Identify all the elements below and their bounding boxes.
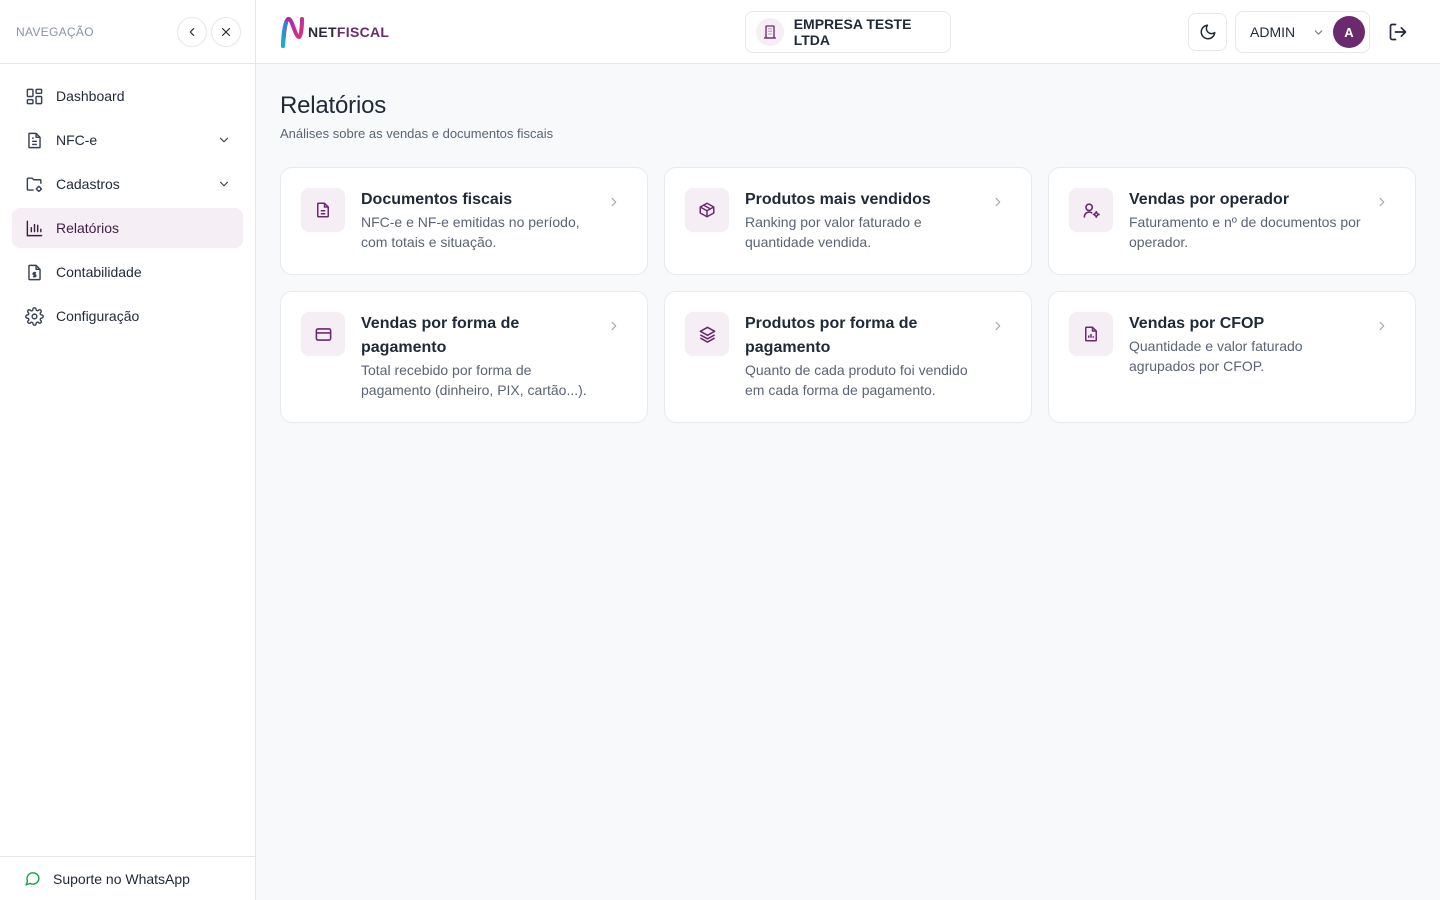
sidebar-item-cadastros[interactable]: Cadastros [12, 164, 243, 204]
user-menu-button[interactable]: ADMIN A [1235, 11, 1370, 53]
box-icon [685, 188, 729, 232]
card-title: Vendas por forma de pagamento [361, 315, 520, 356]
card-description: Quanto de cada produto foi vendido em ca… [745, 362, 968, 398]
netfiscal-logo-mark [281, 17, 304, 48]
sidebar-item-label: Contabilidade [56, 264, 142, 280]
report-card-vendas-por-operador[interactable]: Vendas por operador Faturamento e nº de … [1048, 167, 1416, 275]
card-description: Ranking por valor faturado e quantidade … [745, 214, 922, 250]
topbar: NETFISCAL EMPRESA TESTE LTDA ADMIN A [256, 0, 1440, 64]
card-title: Produtos por forma de pagamento [745, 315, 918, 356]
logout-icon [1389, 23, 1407, 41]
card-title: Documentos fiscais [361, 191, 513, 208]
page-subtitle: Análises sobre as vendas e documentos fi… [280, 126, 554, 141]
sidebar-header: NAVEGAÇÃO [0, 0, 255, 64]
logout-button[interactable] [1386, 20, 1410, 44]
chevron-right-icon [1375, 319, 1389, 333]
sidebar-title: NAVEGAÇÃO [16, 24, 94, 39]
main-content: Relatórios Análises sobre as vendas e do… [280, 64, 1416, 423]
card-description: Total recebido por forma de pagamento (d… [361, 362, 587, 398]
card-description: Faturamento e nº de documentos por opera… [1129, 214, 1361, 250]
chevron-right-icon [607, 319, 621, 333]
grid-icon [24, 86, 44, 106]
close-sidebar-button[interactable] [211, 16, 241, 47]
card-description: Quantidade e valor faturado agrupados po… [1129, 338, 1303, 374]
card-title: Produtos mais vendidos [745, 191, 931, 208]
reports-grid: Documentos fiscais NFC-e e NF-e emitidas… [280, 167, 1416, 423]
company-name: EMPRESA TESTE LTDA [793, 16, 912, 48]
report-card-vendas-por-cfop[interactable]: Vendas por CFOP Quantidade e valor fatur… [1048, 291, 1416, 423]
sidebar-item-label: Cadastros [56, 176, 120, 192]
user-settings-icon [1069, 188, 1113, 232]
sidebar-item-contabilidade[interactable]: Contabilidade [12, 252, 243, 292]
sidebar-item-relatorios[interactable]: Relatórios [12, 208, 243, 248]
moon-icon [1200, 24, 1215, 40]
collapse-sidebar-button[interactable] [177, 16, 207, 47]
logo-wordmark: NETFISCAL [308, 24, 390, 40]
file-chart-icon [1069, 312, 1113, 356]
chevron-down-icon [1312, 26, 1325, 39]
building-icon [756, 18, 784, 46]
whatsapp-support-link[interactable]: Suporte no WhatsApp [0, 856, 255, 900]
chat-icon [24, 870, 41, 887]
report-card-vendas-por-forma-pagamento[interactable]: Vendas por forma de pagamento Total rece… [280, 291, 648, 423]
chevron-right-icon [991, 319, 1005, 333]
card-title: Vendas por CFOP [1129, 315, 1265, 332]
page-title: Relatórios [280, 92, 387, 119]
report-card-produtos-mais-vendidos[interactable]: Produtos mais vendidos Ranking por valor… [664, 167, 1032, 275]
credit-card-icon [301, 312, 345, 356]
theme-toggle-button[interactable] [1188, 13, 1227, 51]
sidebar-item-label: Relatórios [56, 220, 120, 236]
document-icon [301, 188, 345, 232]
user-name: ADMIN [1250, 24, 1296, 40]
chevron-right-icon [1375, 195, 1389, 209]
sidebar: NAVEGAÇÃO Dashboard NFC-e Cadastros Rela… [0, 0, 256, 900]
card-description: NFC-e e NF-e emitidas no período, com to… [361, 214, 580, 250]
layers-icon [685, 312, 729, 356]
whatsapp-support-label: Suporte no WhatsApp [53, 870, 190, 887]
sidebar-item-dashboard[interactable]: Dashboard [12, 76, 243, 116]
bar-chart-icon [24, 218, 44, 238]
gear-icon [24, 306, 44, 326]
avatar: A [1333, 16, 1365, 48]
report-card-produtos-por-forma-pagamento[interactable]: Produtos por forma de pagamento Quanto d… [664, 291, 1032, 423]
sidebar-nav: Dashboard NFC-e Cadastros Relatórios Con… [0, 64, 255, 336]
chevron-down-icon [219, 137, 229, 143]
report-card-documentos-fiscais[interactable]: Documentos fiscais NFC-e e NF-e emitidas… [280, 167, 648, 275]
document-icon [24, 130, 44, 150]
sidebar-item-label: NFC-e [56, 132, 98, 148]
file-dollar-icon [24, 262, 44, 282]
company-selector[interactable]: EMPRESA TESTE LTDA [745, 11, 951, 53]
card-title: Vendas por operador [1129, 191, 1290, 208]
chevron-left-icon [189, 27, 195, 36]
netfiscal-logo[interactable]: NETFISCAL [280, 15, 389, 49]
chevron-right-icon [607, 195, 621, 209]
sidebar-item-label: Configuração [56, 308, 140, 324]
folder-settings-icon [24, 174, 44, 194]
close-icon [221, 27, 231, 36]
sidebar-item-nfce[interactable]: NFC-e [12, 120, 243, 160]
chevron-down-icon [219, 181, 229, 187]
chevron-right-icon [991, 195, 1005, 209]
sidebar-item-label: Dashboard [56, 88, 125, 104]
sidebar-item-configuracao[interactable]: Configuração [12, 296, 243, 336]
